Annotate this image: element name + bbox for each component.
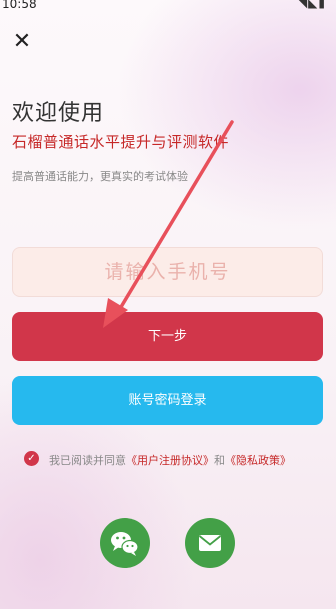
wechat-icon [111,532,139,556]
close-icon[interactable]: ✕ [10,30,34,54]
privacy-policy-link[interactable]: 《隐私政策》 [225,454,291,467]
status-time: 10:58 [2,0,37,11]
status-icons: ◥◣▮ [297,0,326,10]
annotation-arrow [103,120,234,328]
user-agreement-link[interactable]: 《用户注册协议》 [126,454,214,467]
mail-icon [198,535,222,551]
agreement-and: 和 [214,454,225,467]
agreement-checkbox[interactable]: ✓ [24,451,39,466]
app-description: 提高普通话能力，更真实的考试体验 [12,170,188,183]
agreement-prefix: 我已阅读并同意 [49,454,126,467]
wechat-login-button[interactable] [100,518,150,568]
next-button[interactable]: 下一步 [12,312,323,361]
agreement-text: 我已阅读并同意《用户注册协议》和《隐私政策》 [49,452,291,468]
password-login-button[interactable]: 账号密码登录 [12,376,323,425]
phone-input[interactable]: 请输入手机号 [12,247,323,297]
status-bar: 10:58 ◥◣▮ [0,0,336,14]
email-login-button[interactable] [185,518,235,568]
app-subtitle: 石榴普通话水平提升与评测软件 [12,133,230,151]
page-title: 欢迎使用 [12,101,105,126]
